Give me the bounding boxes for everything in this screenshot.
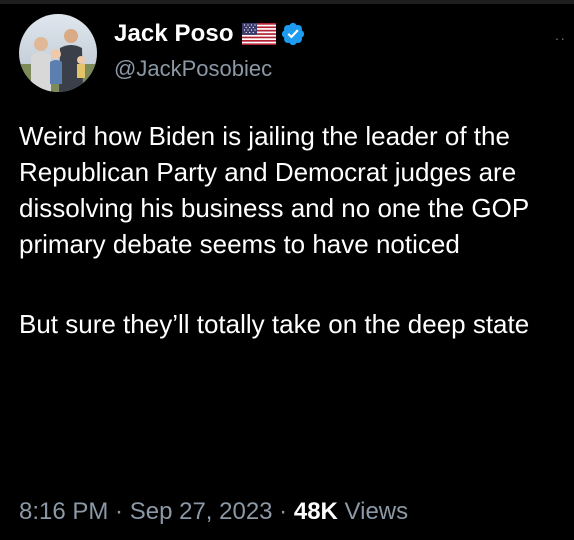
display-name[interactable]: Jack Poso xyxy=(114,20,234,48)
tweet-meta: 8:16 PM · Sep 27, 2023 · 48K Views xyxy=(19,498,408,526)
avatar-image xyxy=(19,14,97,92)
author-name-row[interactable]: Jack Poso xyxy=(114,18,306,50)
meta-separator: · xyxy=(272,498,294,525)
top-edge-divider xyxy=(0,0,574,4)
author-handle[interactable]: @JackPosobiec xyxy=(114,56,272,82)
verified-badge-icon[interactable] xyxy=(280,21,306,47)
us-flag-icon xyxy=(241,23,276,45)
tweet-time[interactable]: 8:16 PM xyxy=(19,498,108,525)
meta-separator: · xyxy=(108,498,130,525)
tweet-text: Weird how Biden is jailing the leader of… xyxy=(19,118,567,342)
views-label: Views xyxy=(337,498,409,525)
more-options-icon[interactable]: ·· xyxy=(555,30,566,46)
tweet-card: Jack Poso @JackPosobiec ·· Weird how Bid… xyxy=(0,0,574,540)
tweet-date[interactable]: Sep 27, 2023 xyxy=(130,498,273,525)
tweet-paragraph-2: But sure they’ll totally take on the dee… xyxy=(19,309,530,339)
views-count: 48K xyxy=(293,498,338,525)
tweet-paragraph-1: Weird how Biden is jailing the leader of… xyxy=(19,121,529,259)
avatar[interactable] xyxy=(19,14,97,92)
